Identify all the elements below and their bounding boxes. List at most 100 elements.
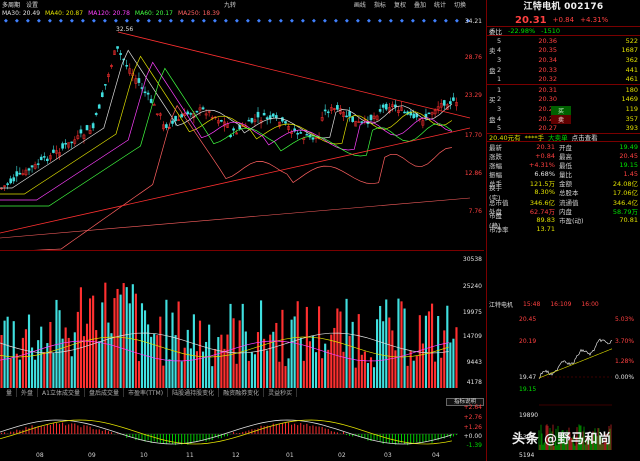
- volume-bar: [427, 311, 431, 388]
- candle-body: [201, 107, 205, 110]
- volume-bar: [12, 321, 15, 388]
- tab-northbound[interactable]: 陆股通持股变化: [168, 388, 220, 397]
- tab-margin[interactable]: 融资融券变化: [219, 388, 265, 397]
- candle-body: [70, 141, 74, 144]
- volume-bar: [284, 366, 287, 388]
- candle-body: [186, 111, 190, 115]
- volume-bar: [55, 299, 58, 388]
- candle-body: [250, 118, 254, 123]
- marker-icon: ◆: [400, 18, 404, 24]
- candle-body: [119, 53, 122, 55]
- layout-button[interactable]: 九转: [224, 0, 236, 9]
- intraday-pct-label: 1.28%: [615, 358, 635, 365]
- volume-bar: [281, 309, 284, 388]
- candle-body: [30, 165, 34, 168]
- tab-afterhours-volume[interactable]: 盘后成交量: [85, 388, 124, 397]
- intraday-price-label: 19.47: [519, 374, 537, 381]
- volume-bar: [406, 365, 409, 388]
- buy-mark: 买: [551, 105, 571, 115]
- volume-bar: [119, 294, 122, 388]
- candle-body: [189, 113, 193, 115]
- volume-bar: [229, 303, 232, 388]
- marker-icon: ◆: [312, 18, 316, 24]
- toolbar-item-overlay[interactable]: 叠加: [414, 0, 426, 9]
- marker-icon: ◆: [334, 18, 338, 24]
- bid-row[interactable]: 3 20.29 119 买: [487, 104, 640, 115]
- divider: [0, 250, 484, 251]
- ask-row[interactable]: 3 20.34 362: [487, 55, 640, 65]
- candle-body: [452, 97, 455, 101]
- volume-bar: [299, 337, 302, 388]
- volume-bar: [205, 341, 208, 388]
- price-tick: 23.29: [464, 92, 482, 99]
- stat-value: 19.49: [619, 142, 638, 151]
- candle-body: [61, 143, 64, 149]
- tab-pe-ttm[interactable]: 市盈率(TTM): [124, 388, 169, 397]
- volume-chart[interactable]: 30538 25240 19975 14709 9443 4178: [0, 253, 484, 388]
- marker-icon: ◆: [136, 18, 140, 24]
- candle-body: [149, 98, 153, 103]
- volume-bar: [333, 327, 336, 388]
- volume-bar: [101, 302, 104, 388]
- bid-row[interactable]: 盘 4 20.28 357 卖: [487, 114, 640, 124]
- ask-level: 2: [497, 65, 502, 74]
- volume-bar: [30, 347, 34, 388]
- volume-bar: [382, 321, 385, 388]
- candle-body: [378, 109, 382, 112]
- price-chart[interactable]: ◆ ◆ ◆ ◆ ◆ ◆ ◆ ◆ ◆ ◆ ◆ ◆ ◆ ◆ ◆ ◆ ◆ ◆ ◆ ◆ ◆ ◆ ◆ ◆ ◆ ◆ ◆ ◆ ◆ ◆ ◆ ◆ ◆ ◆ ◆ ◆ ◆ ◆ ◆ ◆…: [0, 18, 484, 253]
- volume-bar: [250, 352, 253, 388]
- ask-row[interactable]: 卖 4 20.35 1687: [487, 46, 640, 55]
- volume-bar: [98, 341, 101, 388]
- marker-icon: ◆: [323, 18, 327, 24]
- candle-body: [94, 113, 98, 115]
- toolbar-item-stats[interactable]: 统计: [434, 0, 446, 9]
- tab-a1-volume[interactable]: A1立体成交量: [38, 388, 85, 397]
- ask-row[interactable]: 1 20.32 461: [487, 74, 640, 84]
- tab-volume[interactable]: 量: [2, 388, 18, 397]
- ask-row[interactable]: 5 20.36 522: [487, 36, 640, 46]
- toolbar-item-adjust[interactable]: 复权: [394, 0, 406, 9]
- macd-chart[interactable]: +2.64 +2.76 +1.26 +0.00 -1.39: [0, 404, 484, 450]
- candle-body: [42, 156, 46, 158]
- volume-bar: [354, 367, 357, 388]
- volume-bar: [137, 361, 140, 388]
- bid-row[interactable]: 5 20.27 393: [487, 123, 640, 133]
- ask-row[interactable]: 盘 2 20.33 441: [487, 65, 640, 75]
- marker-icon: ◆: [213, 18, 217, 24]
- settings-button[interactable]: 设置: [26, 0, 38, 9]
- volume-bar: [159, 316, 162, 388]
- candle-body: [9, 178, 13, 184]
- ask-volume: 362: [625, 55, 638, 64]
- stat-value: 20.31: [536, 142, 555, 151]
- volume-bar: [296, 301, 299, 388]
- stat-value: 89.83: [536, 216, 555, 225]
- bid-row[interactable]: 1 20.31 180: [487, 85, 640, 95]
- bid-row[interactable]: 买 2 20.30 1469: [487, 95, 640, 104]
- tab-quick-buy[interactable]: 灵益秒买: [264, 388, 298, 397]
- volume-bar: [24, 329, 28, 388]
- period-selector[interactable]: 多周期: [2, 0, 20, 9]
- candle-body: [52, 149, 55, 153]
- candle-body: [403, 111, 406, 114]
- volume-bar: [440, 357, 443, 388]
- volume-bar: [449, 342, 452, 388]
- bid-price: 20.30: [538, 95, 557, 104]
- tab-outer[interactable]: 外盘: [17, 388, 39, 397]
- volume-bar: [70, 356, 73, 388]
- volume-bar: [64, 327, 67, 388]
- toolbar-item-draw[interactable]: 画线: [354, 0, 366, 9]
- volume-bar: [290, 319, 293, 388]
- marker-icon: ◆: [125, 18, 129, 24]
- volume-bar: [177, 301, 180, 388]
- ma-legend-1: MA40: 20.87: [45, 10, 84, 17]
- candle-body: [116, 46, 119, 49]
- candle-body: [311, 137, 315, 140]
- intraday-price-label: 20.19: [519, 338, 537, 345]
- weicha-value: -1510: [541, 27, 561, 35]
- candle-body: [27, 168, 31, 171]
- toolbar-item-switch[interactable]: 切换: [454, 0, 466, 9]
- marker-icon: ◆: [290, 18, 294, 24]
- date-label: 11: [186, 452, 194, 459]
- ask-price: 20.35: [538, 46, 557, 55]
- toolbar-item-indicator[interactable]: 指标: [374, 0, 386, 9]
